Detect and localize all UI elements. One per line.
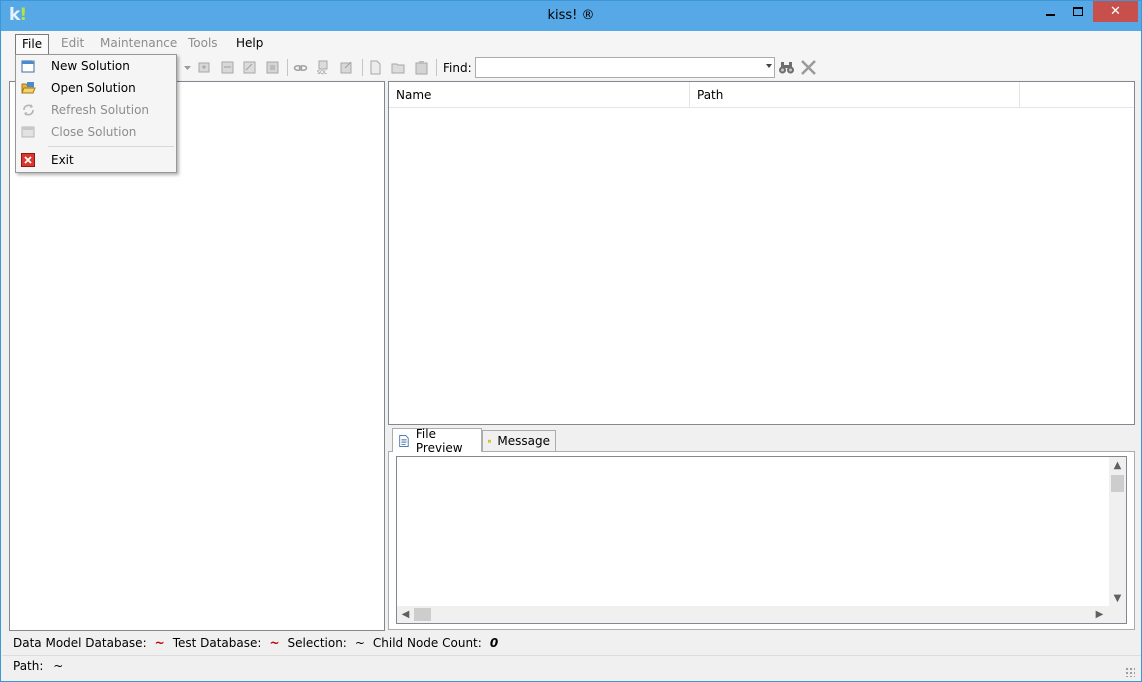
document-icon <box>399 434 409 447</box>
vertical-scrollbar[interactable]: ▲ ▼ <box>1109 457 1126 607</box>
window-title: kiss! ® <box>547 8 595 23</box>
selection-value: ~ <box>354 636 365 650</box>
status-bar-info: Data Model Database: ~ Test Database: ~ … <box>9 634 1135 652</box>
toolbar-separator <box>436 59 437 76</box>
output-tabs: File Preview Message <box>388 426 1135 455</box>
exit-icon <box>21 153 35 167</box>
file-menu-dropdown: New Solution Open Solution Refresh Solut… <box>15 54 177 173</box>
tab-file-preview-label: File Preview <box>415 426 463 455</box>
column-header-filler <box>1020 82 1134 108</box>
menu-item-label: Close Solution <box>51 125 137 139</box>
menu-edit[interactable]: Edit <box>55 34 90 55</box>
title-bar[interactable]: k! kiss! ® ✕ <box>1 1 1141 31</box>
file-preview-text[interactable]: ▲ ▼ ◀ ▶ <box>396 456 1127 624</box>
scroll-down-icon[interactable]: ▼ <box>1109 590 1126 607</box>
maximize-button[interactable] <box>1064 1 1092 22</box>
toolbar-separator <box>362 59 363 76</box>
close-solution-icon <box>21 126 35 138</box>
path-label: Path: <box>13 659 44 673</box>
menu-item-new-solution[interactable]: New Solution <box>16 55 176 77</box>
child-node-count-label: Child Node Count: <box>372 636 482 650</box>
maximize-icon <box>1073 7 1083 16</box>
menu-tools[interactable]: Tools <box>182 34 224 55</box>
menu-item-label: Open Solution <box>51 81 136 95</box>
menu-file[interactable]: File <box>15 34 50 55</box>
close-button[interactable]: ✕ <box>1093 1 1138 22</box>
status-bar-path: Path: ~ <box>2 655 1141 681</box>
horizontal-scrollbar[interactable]: ◀ ▶ <box>397 606 1126 623</box>
file-preview-pane: ▲ ▼ ◀ ▶ <box>388 451 1135 630</box>
file-list-panel[interactable]: Name Path <box>388 81 1135 425</box>
app-window: k! kiss! ® ✕ File Edit Maintenance Tools… <box>0 0 1142 682</box>
find-label: Find: <box>443 61 472 75</box>
menu-item-refresh-solution[interactable]: Refresh Solution <box>16 99 176 121</box>
column-header-name[interactable]: Name <box>389 82 690 108</box>
new-solution-icon <box>21 59 35 73</box>
menu-item-exit[interactable]: Exit <box>16 149 176 171</box>
resize-grip-icon[interactable] <box>1125 667 1135 677</box>
menu-separator <box>48 146 174 147</box>
rename-node-icon[interactable] <box>242 60 257 75</box>
clear-x-icon[interactable] <box>800 59 817 76</box>
path-value: ~ <box>53 659 64 673</box>
message-icon <box>488 439 492 443</box>
scroll-right-icon[interactable]: ▶ <box>1091 606 1108 623</box>
properties-node-icon[interactable] <box>265 60 280 75</box>
move-node-icon[interactable] <box>220 60 235 75</box>
new-file-icon[interactable] <box>368 60 383 75</box>
dropdown-arrow-icon[interactable] <box>180 60 195 75</box>
child-node-count-value: 0 <box>489 636 499 650</box>
link-icon[interactable] <box>293 60 308 75</box>
chevron-down-icon[interactable] <box>766 64 772 68</box>
open-folder-icon <box>21 82 36 94</box>
scroll-left-icon[interactable]: ◀ <box>397 606 414 623</box>
menu-item-open-solution[interactable]: Open Solution <box>16 77 176 99</box>
find-combobox[interactable] <box>475 57 775 78</box>
menu-bar: File Edit Maintenance Tools Help <box>2 31 1141 55</box>
tab-message[interactable]: Message <box>482 430 556 451</box>
binoculars-icon[interactable] <box>778 60 795 75</box>
tab-file-preview[interactable]: File Preview <box>392 426 482 455</box>
column-header-path[interactable]: Path <box>690 82 1020 108</box>
export-icon[interactable] <box>339 60 354 75</box>
close-icon: ✕ <box>1110 4 1121 19</box>
minimize-button[interactable] <box>1036 1 1064 22</box>
vertical-scroll-thumb[interactable] <box>1111 475 1124 492</box>
paste-icon[interactable] <box>414 60 429 75</box>
scroll-up-icon[interactable]: ▲ <box>1109 457 1126 474</box>
data-model-db-value: ~ <box>154 636 165 650</box>
menu-item-label: New Solution <box>51 59 130 73</box>
sql-icon[interactable]: SQL <box>316 60 331 75</box>
horizontal-scroll-thumb[interactable] <box>414 608 431 621</box>
open-file-icon[interactable] <box>391 60 406 75</box>
svg-text:SQL: SQL <box>317 70 327 75</box>
menu-help[interactable]: Help <box>230 34 269 55</box>
refresh-icon <box>23 104 34 116</box>
selection-label: Selection: <box>287 636 347 650</box>
data-model-db-label: Data Model Database: <box>13 636 147 650</box>
tab-message-label: Message <box>497 434 550 448</box>
test-db-value: ~ <box>269 636 280 650</box>
menu-item-label: Refresh Solution <box>51 103 150 117</box>
menu-item-close-solution[interactable]: Close Solution <box>16 121 176 143</box>
add-node-icon[interactable] <box>197 60 212 75</box>
toolbar-separator <box>287 59 288 76</box>
test-db-label: Test Database: <box>172 636 262 650</box>
minimize-icon <box>1045 13 1055 16</box>
menu-maintenance[interactable]: Maintenance <box>94 34 183 55</box>
menu-item-label: Exit <box>51 153 74 167</box>
